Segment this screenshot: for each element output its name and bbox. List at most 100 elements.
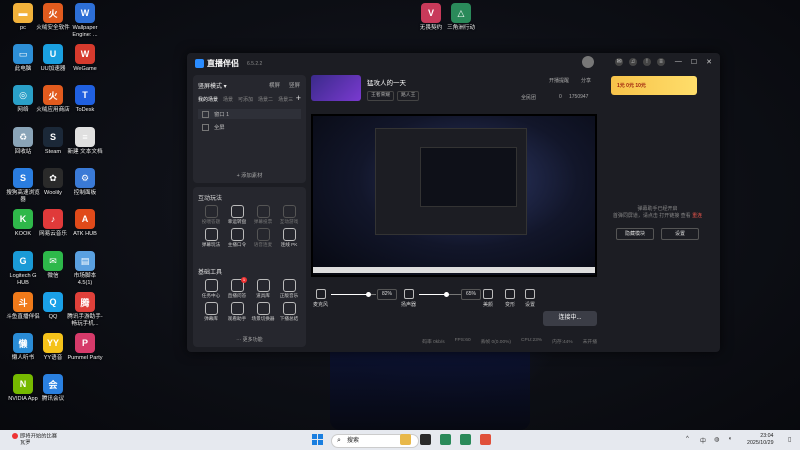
app-icon: A — [75, 209, 95, 229]
status-item: 丢帧 0(0.00%) — [480, 340, 511, 345]
speaker-volume[interactable]: 65% — [461, 289, 481, 300]
desktop-icon[interactable]: P Pummel Party — [66, 333, 104, 362]
widgets-button[interactable]: 即将开始的比赛 瓦罗 — [12, 433, 57, 447]
hide-module-button[interactable]: 隐藏模块 — [616, 228, 654, 240]
subcategory-tag[interactable]: 路人王 — [397, 91, 420, 101]
mic-volume[interactable]: 82% — [377, 289, 397, 300]
tools-panel: 互动玩法 投喂答题 幸运转盘 弹幕投票 互动游戏 弹幕玩法 主播口令 语音连麦 连线 PK 基… — [193, 187, 306, 347]
desktop-icon[interactable]: A ATK HUB — [66, 209, 104, 238]
tool-item[interactable]: 场景切换器 — [250, 302, 276, 322]
tool-item[interactable]: 连线 PK — [276, 228, 302, 248]
start-button[interactable] — [312, 434, 323, 445]
fan-club[interactable]: 全民团 — [521, 94, 536, 101]
feedback-icon[interactable]: ! — [643, 58, 651, 66]
mic-control[interactable]: 麦克风 — [313, 289, 328, 308]
share-button[interactable]: 分享 — [581, 77, 591, 84]
live-companion-taskbar-icon[interactable] — [480, 434, 491, 445]
promo-banner[interactable]: 1元 0元 10元 — [611, 76, 697, 95]
microphone-icon — [315, 289, 326, 299]
source-checkbox[interactable] — [202, 123, 209, 131]
taskbar-clock[interactable]: 23:04 2025/10/29 — [747, 433, 774, 447]
effect-button[interactable]: 变形 — [505, 289, 515, 308]
beauty-button[interactable]: 美颜 — [483, 289, 493, 308]
volume-icon[interactable]: ◖ — [728, 436, 732, 442]
desktop-icon[interactable]: ≡ 新建 文本文档 — [66, 127, 104, 156]
connect-button[interactable]: 连接中... — [543, 311, 597, 326]
tool-item[interactable]: 正版音乐 — [276, 279, 302, 299]
tool-icon — [230, 205, 244, 218]
desktop-icon[interactable]: ⚙ 控制面板 — [66, 168, 104, 197]
menu-icon[interactable]: ≡ — [657, 58, 665, 66]
delta-force-taskbar-icon[interactable] — [440, 434, 451, 445]
desktop-icon-delta-force[interactable]: △ 三角洲行动 — [442, 3, 480, 32]
tool-item[interactable]: 弹幕库 — [198, 302, 224, 322]
app-icon: YY — [43, 333, 63, 353]
tool-item[interactable]: 道具库 — [250, 279, 276, 299]
source-item[interactable]: 全屏 — [198, 122, 301, 132]
desktop-icon[interactable]: T ToDesk — [66, 85, 104, 114]
desktop-icon[interactable]: 会腾讯会议 — [34, 374, 72, 403]
search-icon: ⌕ — [337, 437, 341, 444]
app-logo-icon — [195, 59, 204, 68]
tool-item[interactable]: 观看助手 — [224, 302, 250, 322]
app-icon: P — [75, 333, 95, 353]
app-icon: U — [43, 44, 63, 64]
landscape-tab[interactable]: 横屏 — [269, 81, 280, 89]
speaker-slider[interactable] — [419, 292, 461, 297]
app-icon: ♪ — [43, 209, 63, 229]
speaker-control[interactable]: 扬声器 — [401, 289, 416, 308]
title-bar[interactable]: 直播伴侣 6.5.2.2 ✉ ♫ ! ≡ — ☐ ✕ — [187, 53, 720, 73]
tool-item[interactable]: 下播总结 — [276, 302, 302, 322]
desktop-icon[interactable]: W Wallpaper Engine: ... — [66, 3, 104, 38]
stream-preview[interactable] — [311, 114, 597, 277]
scene-tab-2[interactable]: 可添加 — [238, 96, 253, 103]
tool-item[interactable]: 幸运转盘 — [224, 205, 250, 225]
tool-item[interactable]: 语音连麦 — [250, 228, 276, 248]
right-settings-button[interactable]: 设置 — [661, 228, 699, 240]
delta-force-taskbar-icon[interactable] — [460, 434, 471, 445]
live-reminder-button[interactable]: 开播提醒 — [549, 77, 569, 84]
headset-icon[interactable]: ♫ — [629, 58, 637, 66]
tool-item[interactable]: 弹幕玩法 — [198, 228, 224, 248]
portrait-tab[interactable]: 竖屏 — [289, 81, 300, 89]
tool-item[interactable]: 任务中心 — [198, 279, 224, 299]
notification-icon[interactable]: ▯ — [788, 436, 791, 443]
mode-select[interactable]: 竖屏模式 ▾ — [198, 81, 227, 90]
message-icon[interactable]: ✉ — [615, 58, 623, 66]
taskbar-app-icon[interactable] — [420, 434, 431, 445]
minimize-icon[interactable]: — — [675, 58, 682, 66]
desktop-icon[interactable]: W WeGame — [66, 44, 104, 73]
tool-icon — [204, 205, 218, 218]
app-icon: ◎ — [13, 85, 33, 105]
scene-tab-0[interactable]: 我的场景 — [198, 96, 218, 103]
settings-button[interactable]: 设置 — [525, 289, 535, 308]
input-method-icon[interactable]: 中 — [700, 436, 706, 445]
maximize-icon[interactable]: ☐ — [691, 58, 697, 66]
match-icon — [12, 433, 18, 439]
tool-item[interactable]: 主播口令 — [224, 228, 250, 248]
tool-item[interactable]: 互动游戏 — [276, 205, 302, 225]
category-tag[interactable]: 王者荣耀 — [367, 91, 395, 101]
source-item[interactable]: 窗口 1 — [198, 109, 301, 119]
status-item: FPS:60 — [454, 338, 471, 343]
network-icon[interactable]: ◍ — [714, 436, 719, 443]
scene-tab-4[interactable]: 场景三 — [278, 96, 293, 103]
scene-tab-3[interactable]: 场景二 — [258, 96, 273, 103]
tray-chevron-icon[interactable]: ^ — [686, 436, 689, 442]
tool-item[interactable]: 弹幕投票 — [250, 205, 276, 225]
desktop-icon[interactable]: ▤ 市场脚本 4.5(1) — [66, 251, 104, 286]
reconnect-link[interactable]: 重连 — [692, 213, 702, 219]
close-icon[interactable]: ✕ — [706, 58, 712, 66]
user-avatar[interactable] — [582, 56, 594, 68]
file-explorer-icon[interactable] — [400, 434, 411, 445]
stream-cover[interactable] — [311, 75, 361, 101]
stream-title[interactable]: 猛攻人的一天 — [367, 77, 406, 87]
scene-tab-1[interactable]: 场景 — [223, 96, 233, 103]
more-functions-button[interactable]: ··· 更多功能 — [193, 336, 306, 343]
tool-item[interactable]: 投喂答题 — [198, 205, 224, 225]
mic-slider[interactable] — [331, 292, 376, 297]
desktop-icon[interactable]: 腾腾讯手游助手-畅玩手机... — [66, 292, 104, 327]
source-checkbox[interactable] — [202, 110, 209, 118]
add-material-button[interactable]: + 添加素材 — [193, 171, 306, 179]
add-scene-icon[interactable]: + — [296, 93, 301, 103]
